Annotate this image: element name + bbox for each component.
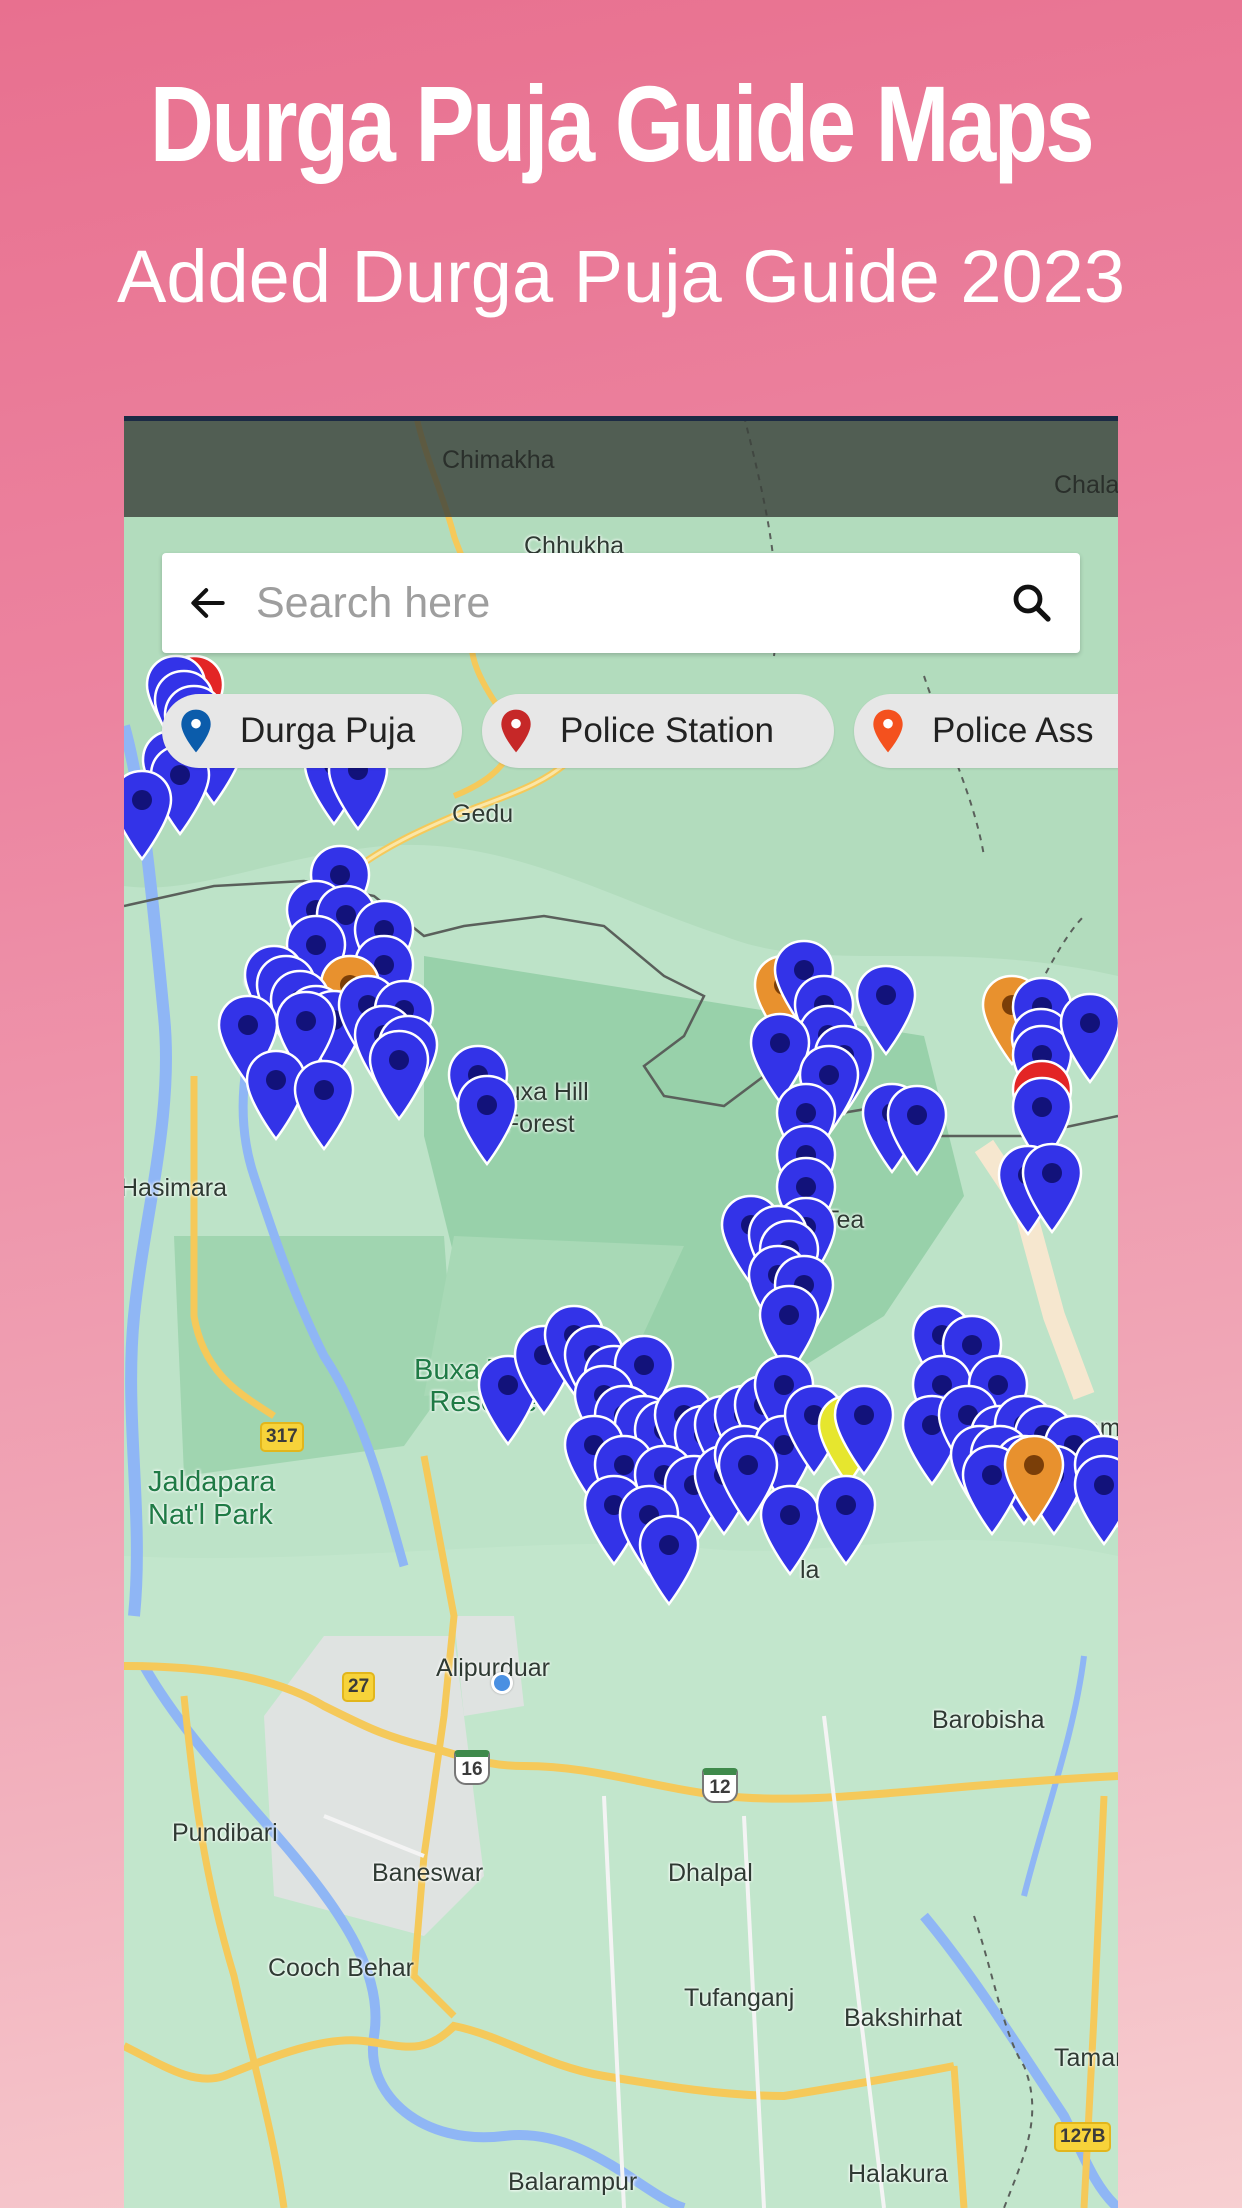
status-bar-overlay	[124, 421, 1118, 517]
durga-puja-marker[interactable]	[815, 1474, 877, 1567]
map-label-balarampur: Balarampur	[508, 2168, 638, 2196]
map-label-halakura: Halakura	[848, 2160, 949, 2188]
durga-puja-marker[interactable]	[456, 1074, 518, 1167]
map-label-chala: Chala	[1054, 471, 1118, 499]
promo-subheadline: Added Durga Puja Guide 2023	[117, 235, 1125, 318]
map-pin-icon	[1021, 1142, 1083, 1235]
map-pin-icon	[886, 1084, 948, 1177]
durga-puja-marker[interactable]	[1073, 1454, 1118, 1547]
map-pin-icon	[1003, 1434, 1065, 1527]
arrow-left-icon[interactable]	[186, 581, 230, 625]
map-label-baneswar: Baneswar	[372, 1859, 484, 1887]
map-pin-icon	[368, 1029, 430, 1122]
road-shield-27: 27	[342, 1672, 376, 1702]
durga-puja-marker[interactable]	[759, 1484, 821, 1577]
map-label-pundibari: Pundibari	[172, 1819, 278, 1847]
road-shield-16: 16	[454, 1750, 490, 1785]
search-input[interactable]	[256, 573, 976, 633]
map-pin-icon	[873, 709, 903, 753]
map-pin-icon	[1073, 1454, 1118, 1547]
durga-puja-marker[interactable]	[293, 1059, 355, 1152]
map-pin-icon	[1059, 992, 1118, 1085]
map-label-tamarhat: Tamarha	[1054, 2044, 1118, 2072]
search-bar	[162, 553, 1080, 653]
map-label-cooch-behar: Cooch Behar	[268, 1954, 414, 1982]
durga-puja-marker[interactable]	[1059, 992, 1118, 1085]
map-pin-icon	[638, 1514, 700, 1607]
magnifier-icon[interactable]	[1008, 579, 1056, 627]
map-pin-icon	[124, 769, 173, 862]
chip-police-station[interactable]: Police Station	[482, 694, 834, 768]
map-label-bakshirhat: Bakshirhat	[844, 2004, 963, 2032]
map-pin-icon	[181, 709, 211, 753]
map-pin-icon	[815, 1474, 877, 1567]
map-pin-icon	[833, 1384, 895, 1477]
map-label-jaldapara: Jaldapara Nat'l Park	[148, 1466, 276, 1531]
road-shield-127b: 127B	[1054, 2122, 1112, 2152]
durga-puja-marker[interactable]	[833, 1384, 895, 1477]
map-label-dhalpal: Dhalpal	[668, 1859, 753, 1887]
map-pin-icon	[759, 1484, 821, 1577]
chip-durga-puja[interactable]: Durga Puja	[162, 694, 462, 768]
device-frame-top	[124, 416, 1118, 421]
durga-puja-marker[interactable]	[886, 1084, 948, 1177]
map-label-hasimara: Hasimara	[124, 1174, 227, 1202]
chip-label: Durga Puja	[240, 711, 416, 750]
map-pin-icon	[293, 1059, 355, 1152]
durga-puja-marker[interactable]	[638, 1514, 700, 1607]
durga-puja-marker[interactable]	[368, 1029, 430, 1122]
durga-puja-marker[interactable]	[124, 769, 173, 862]
map-label-chimakha: Chimakha	[442, 446, 555, 474]
chip-label: Police Ass	[932, 711, 1094, 750]
map-label-tufanganj: Tufanganj	[684, 1984, 795, 2012]
chip-police-assistance[interactable]: Police Ass	[854, 694, 1118, 768]
chip-label: Police Station	[560, 711, 775, 750]
map-pin-icon	[456, 1074, 518, 1167]
road-shield-12: 12	[702, 1768, 738, 1803]
current-location-dot	[491, 1672, 513, 1694]
durga-puja-marker[interactable]	[1021, 1142, 1083, 1235]
map-pin-icon	[501, 709, 531, 753]
app-screen: Chimakha Chala Chhukha Gedu on Buxa Hill…	[124, 416, 1118, 2208]
map-label-gedu: Gedu	[452, 800, 514, 828]
road-shield-317: 317	[260, 1422, 304, 1452]
map-label-barobisha: Barobisha	[932, 1706, 1045, 1734]
police-assistance-marker[interactable]	[1003, 1434, 1065, 1527]
promo-headline: Durga Puja Guide Maps	[149, 63, 1095, 184]
